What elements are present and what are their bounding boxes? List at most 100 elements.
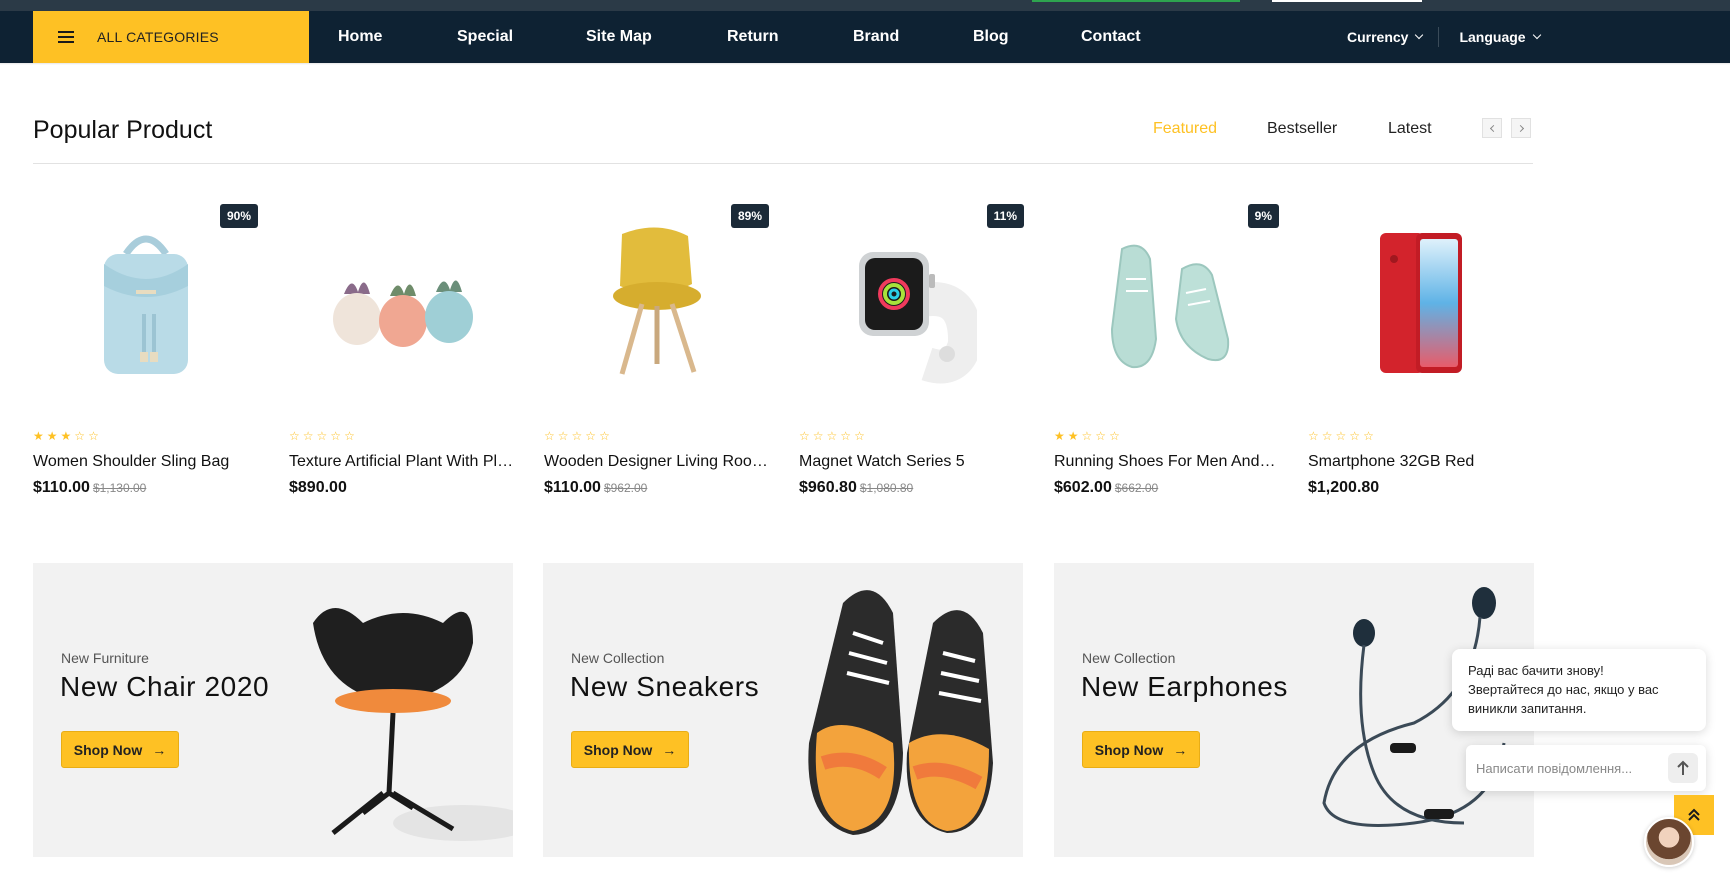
product-price: $890.00 <box>289 479 347 497</box>
rating-stars: ☆ ☆ ☆ ☆ ☆ <box>289 429 355 443</box>
nav-link-blog[interactable]: Blog <box>973 28 1009 46</box>
discount-badge: 11% <box>986 204 1024 228</box>
product-name[interactable]: Women Shoulder Sling Bag <box>33 453 258 471</box>
nav-link-return[interactable]: Return <box>727 28 779 46</box>
product-price: $1,200.80 <box>1308 479 1379 497</box>
product-image-succulents[interactable] <box>289 196 514 411</box>
navbar-shadow <box>0 63 1730 65</box>
tab-featured[interactable]: Featured <box>1153 120 1217 138</box>
old-price: $962.00 <box>603 481 648 495</box>
nav-link-contact[interactable]: Contact <box>1081 28 1141 46</box>
chevron-down-icon <box>1532 30 1541 40</box>
chat-message-bubble: Раді вас бачити знову! Звертайтеся до на… <box>1452 649 1706 731</box>
product-name[interactable]: Wooden Designer Living Room Chair <box>544 453 769 471</box>
product-card[interactable]: 11% ☆ ☆ ☆ ☆ ☆ Magnet Watch Series 5 $960.80 $… <box>799 196 1024 516</box>
product-price: $960.80 $1,080.80 <box>799 479 913 497</box>
carousel-next-button[interactable] <box>1511 118 1531 138</box>
all-categories-label: ALL CATEGORIES <box>97 29 219 45</box>
top-strip <box>0 0 1730 11</box>
old-price: $1,130.00 <box>92 481 147 495</box>
product-name[interactable]: Smartphone 32GB Red <box>1308 453 1533 471</box>
discount-badge: 89% <box>730 204 769 228</box>
product-price: $110.00 $1,130.00 <box>33 479 146 497</box>
current-price: $110.00 <box>33 479 90 496</box>
double-chevron-up-icon <box>1688 808 1700 821</box>
product-image-yellow-chair[interactable] <box>544 196 769 411</box>
product-image-sneakers[interactable] <box>1054 196 1279 411</box>
current-price: $890.00 <box>289 479 347 496</box>
nav-link-home[interactable]: Home <box>338 28 382 46</box>
old-price: $1,080.80 <box>859 481 914 495</box>
current-price: $110.00 <box>544 479 601 496</box>
product-image-smartwatch[interactable] <box>799 196 1024 411</box>
current-price: $602.00 <box>1054 479 1112 496</box>
discount-badge: 90% <box>219 204 258 228</box>
banner-subtitle: New Furniture <box>61 650 149 666</box>
promo-banner[interactable]: New Collection New Sneakers Shop Now → <box>543 563 1023 857</box>
arrow-right-icon: → <box>152 741 167 758</box>
product-card[interactable]: 9% ★★☆☆☆ Running Shoes For Men And Women… <box>1054 196 1279 516</box>
tab-bestseller[interactable]: Bestseller <box>1267 120 1337 138</box>
banner-subtitle: New Collection <box>1082 650 1176 666</box>
banner-title: New Chair 2020 <box>60 671 270 702</box>
product-image-red-phone[interactable] <box>1308 196 1533 411</box>
black-chair-image <box>313 608 513 841</box>
top-strip-green-bar <box>1032 0 1240 2</box>
arrow-up-icon <box>1677 760 1689 775</box>
nav-link-brand[interactable]: Brand <box>853 28 899 46</box>
chat-agent-avatar[interactable] <box>1644 817 1694 867</box>
section-title: Popular Product <box>33 116 213 144</box>
shop-now-button[interactable]: Shop Now → <box>571 731 689 768</box>
language-label: Language <box>1459 29 1526 45</box>
chevron-down-icon <box>1415 30 1424 40</box>
shop-now-label: Shop Now <box>1094 741 1164 758</box>
shop-now-label: Shop Now <box>583 741 653 758</box>
chat-input-box <box>1466 745 1706 791</box>
menu-icon <box>58 31 74 43</box>
rating-stars: ★ ★ ☆ ☆ ☆ <box>1054 429 1120 443</box>
sneakers-pair-image <box>808 590 993 835</box>
promo-banner[interactable]: New Furniture New Chair 2020 Shop Now → <box>33 563 513 857</box>
current-price: $960.80 <box>799 479 857 496</box>
top-strip-search-edge <box>1272 0 1422 2</box>
nav-link-site-map[interactable]: Site Map <box>586 28 652 46</box>
banner-subtitle: New Collection <box>571 650 665 666</box>
arrow-right-icon: → <box>1173 741 1188 758</box>
nav-separator <box>1438 27 1440 47</box>
banner-title: New Earphones <box>1081 671 1289 702</box>
arrow-right-icon: → <box>662 741 677 758</box>
current-price: $1,200.80 <box>1308 479 1380 496</box>
product-price: $602.00 $662.00 <box>1054 479 1158 497</box>
currency-dropdown[interactable]: Currency <box>1347 29 1424 45</box>
rating-stars: ☆ ☆ ☆ ☆ ☆ <box>799 429 865 443</box>
carousel-prev-button[interactable] <box>1482 118 1502 138</box>
language-dropdown[interactable]: Language <box>1459 29 1541 45</box>
chat-message-input[interactable] <box>1476 760 1656 776</box>
product-card[interactable]: 89% ☆☆☆☆☆ Wooden Designer Living Room Ch… <box>544 196 769 516</box>
currency-label: Currency <box>1347 29 1409 45</box>
nav-link-special[interactable]: Special <box>457 28 513 46</box>
old-price: $662.00 <box>1114 481 1159 495</box>
chat-message-line2: Звертайтеся до нас, якщо у вас виникли з… <box>1468 682 1659 716</box>
product-image-backpack[interactable] <box>33 196 258 411</box>
all-categories-button[interactable]: ALL CATEGORIES <box>33 11 309 63</box>
shop-now-button[interactable]: Shop Now → <box>61 731 179 768</box>
chevron-left-icon <box>1489 124 1497 132</box>
rating-stars: ☆ ☆ ☆ ☆ ☆ <box>1308 429 1374 443</box>
shop-now-button[interactable]: Shop Now → <box>1082 731 1200 768</box>
product-price: $110.00 $962.00 <box>544 479 647 497</box>
rating-stars: ★ ★ ★ ☆ ☆ <box>33 429 99 443</box>
tab-latest[interactable]: Latest <box>1388 120 1432 138</box>
nav-dropdowns: Currency Language <box>1347 11 1541 63</box>
product-card[interactable]: 90% ★ ★ ★ ☆ ☆ Women Shoulder Sling Bag $110.… <box>33 196 258 516</box>
rating-stars: ☆ ☆ ☆ ☆ ☆ <box>544 429 610 443</box>
product-name[interactable]: Running Shoes For Men And Women <box>1054 453 1279 471</box>
banner-title: New Sneakers <box>570 671 760 702</box>
product-card[interactable]: ☆ ☆ ☆ ☆ ☆ Smartphone 32GB Red $1,200.80 <box>1308 196 1533 516</box>
product-name[interactable]: Magnet Watch Series 5 <box>799 453 1024 471</box>
product-card[interactable]: ☆ ☆ ☆ ☆ ☆ Texture Artificial Plant With Plan… <box>289 196 514 516</box>
shop-now-label: Shop Now <box>73 741 143 758</box>
product-name[interactable]: Texture Artificial Plant With Planter Po… <box>289 453 514 471</box>
chat-send-button[interactable] <box>1668 753 1698 783</box>
discount-badge: 9% <box>1247 204 1279 228</box>
